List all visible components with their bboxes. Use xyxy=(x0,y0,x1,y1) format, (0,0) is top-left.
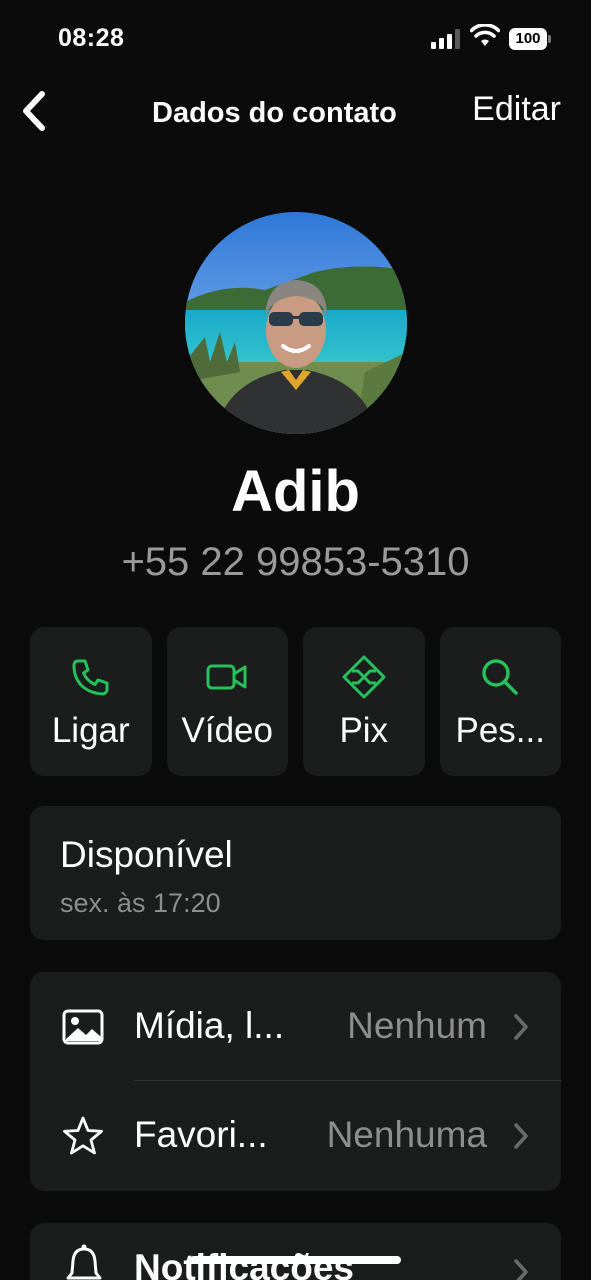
cellular-signal-icon xyxy=(431,29,460,49)
search-button[interactable]: Pes... xyxy=(439,627,561,776)
video-icon xyxy=(206,664,247,690)
status-time: 08:28 xyxy=(58,24,125,52)
about-status: Disponível xyxy=(60,834,233,875)
call-button[interactable]: Ligar xyxy=(30,627,152,776)
favorites-value: Nenhuma xyxy=(326,1114,487,1155)
search-label: Pes... xyxy=(455,711,545,750)
avatar-photo xyxy=(185,212,407,434)
settings-list: Notificações xyxy=(30,1223,561,1280)
home-indicator[interactable] xyxy=(190,1256,401,1264)
about-card[interactable]: Disponível sex. às 17:20 xyxy=(30,806,561,940)
media-value: Nenhum xyxy=(347,1005,487,1046)
list-item-media[interactable]: Mídia, l... Nenhum xyxy=(30,972,561,1081)
edit-button[interactable]: Editar xyxy=(472,90,561,129)
chevron-right-icon xyxy=(514,1259,528,1280)
back-button[interactable] xyxy=(14,86,54,136)
contact-avatar[interactable] xyxy=(185,212,407,434)
media-label: Mídia, l... xyxy=(134,1005,285,1046)
status-bar: 08:28 100 xyxy=(0,0,591,80)
page-title: Dados do contato xyxy=(152,97,397,129)
search-icon xyxy=(482,659,519,695)
phone-icon xyxy=(72,659,109,696)
battery-icon: 100 xyxy=(509,28,551,50)
info-list: Mídia, l... Nenhum Favori... Nenhuma xyxy=(30,972,561,1191)
pix-button[interactable]: Pix xyxy=(303,627,425,776)
video-button[interactable]: Vídeo xyxy=(166,627,288,776)
list-item-favorites[interactable]: Favori... Nenhuma xyxy=(30,1081,561,1190)
contact-phone[interactable]: +55 22 99853-5310 xyxy=(0,540,591,585)
wifi-icon xyxy=(470,24,500,46)
battery-level: 100 xyxy=(509,28,547,50)
quick-actions: Ligar Vídeo Pix Pes... xyxy=(30,627,561,776)
chevron-right-icon xyxy=(514,1123,528,1149)
video-label: Vídeo xyxy=(181,711,273,750)
favorites-label: Favori... xyxy=(134,1114,268,1155)
pix-label: Pix xyxy=(339,711,389,750)
star-icon xyxy=(63,1116,103,1155)
call-label: Ligar xyxy=(51,711,130,750)
nav-bar: Dados do contato Editar xyxy=(0,80,591,150)
image-icon xyxy=(62,1009,104,1045)
pix-icon xyxy=(342,655,386,699)
list-item-notifications[interactable]: Notificações xyxy=(30,1223,561,1280)
chevron-right-icon xyxy=(514,1014,528,1040)
about-updated: sex. às 17:20 xyxy=(60,888,221,918)
contact-name: Adib xyxy=(231,459,360,524)
bell-icon xyxy=(66,1244,102,1280)
